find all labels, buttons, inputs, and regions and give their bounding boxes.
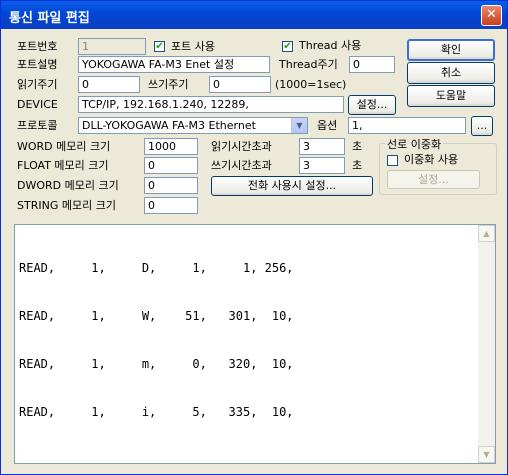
thread-period-input[interactable]: 0 xyxy=(349,56,395,73)
port-use-label: 포트 사용 xyxy=(171,40,215,53)
port-use-checkbox[interactable]: ✔ xyxy=(154,41,165,52)
editor-line: READ, 1, i, 5, 335, 10, xyxy=(19,405,294,419)
redundancy-settings-button: 설정... xyxy=(387,170,480,189)
port-number-label: 포트번호 xyxy=(17,40,58,53)
option-browse-button[interactable]: ... xyxy=(471,116,493,136)
option-input[interactable]: 1, xyxy=(348,117,466,134)
port-desc-label: 포트설명 xyxy=(17,58,58,71)
port-number-field: 1 xyxy=(78,38,146,55)
option-label: 옵션 xyxy=(317,119,338,132)
scroll-up-icon[interactable]: ▲ xyxy=(478,225,495,242)
phone-settings-button[interactable]: 전화 사용시 설정... xyxy=(211,176,373,196)
close-icon: ✕ xyxy=(486,7,497,22)
write-period-input[interactable]: 0 xyxy=(209,76,271,93)
period-unit-note: (1000=1sec) xyxy=(275,78,347,91)
read-timeout-input[interactable]: 3 xyxy=(299,138,345,155)
redundancy-checkbox[interactable] xyxy=(387,155,398,166)
dialog-window: 통신 파일 편집 ✕ 포트번호 1 ✔ 포트 사용 ✔ Thread 사용 포트… xyxy=(0,0,508,475)
redundancy-group-title: 선로 이중화 xyxy=(385,136,444,152)
thread-use-label: Thread 사용 xyxy=(299,39,362,52)
read-period-label: 읽기주기 xyxy=(17,78,58,91)
redundancy-checkbox-label: 이중화 사용 xyxy=(404,153,459,166)
port-desc-input[interactable]: YOKOGAWA FA-M3 Enet 설정 xyxy=(78,56,270,73)
float-memory-input[interactable]: 0 xyxy=(144,157,198,174)
read-period-input[interactable]: 0 xyxy=(78,76,140,93)
thread-period-label: Thread주기 xyxy=(279,58,338,71)
editor-line: READ, 1, m, 0, 320, 10, xyxy=(19,357,294,371)
write-timeout-unit: 초 xyxy=(352,159,363,172)
help-button[interactable]: 도움말 xyxy=(407,85,495,107)
vertical-scrollbar[interactable]: ▲ ▼ xyxy=(478,225,495,463)
device-settings-button[interactable]: 설정... xyxy=(348,95,396,115)
string-memory-label: STRING 메모리 크기 xyxy=(17,199,116,212)
dword-memory-input[interactable]: 0 xyxy=(144,177,198,194)
write-timeout-input[interactable]: 3 xyxy=(299,157,345,174)
cancel-button[interactable]: 취소 xyxy=(407,62,495,84)
protocol-value: DLL-YOKOGAWA FA-M3 Ethernet xyxy=(82,119,256,132)
word-memory-input[interactable]: 1000 xyxy=(144,138,198,155)
word-memory-label: WORD 메모리 크기 xyxy=(17,140,111,153)
protocol-editor[interactable]: READ, 1, D, 1, 1, 256, READ, 1, W, 51, 3… xyxy=(14,224,496,464)
chevron-down-icon[interactable]: ▼ xyxy=(291,118,307,133)
protocol-select[interactable]: DLL-YOKOGAWA FA-M3 Ethernet ▼ xyxy=(78,117,308,134)
write-timeout-label: 쓰기시간초과 xyxy=(211,159,272,172)
ok-button[interactable]: 확인 xyxy=(407,39,495,61)
read-timeout-unit: 초 xyxy=(352,140,363,153)
write-period-label: 쓰기주기 xyxy=(148,78,189,91)
device-input[interactable]: TCP/IP, 192.168.1.240, 12289, xyxy=(78,96,344,113)
close-button[interactable]: ✕ xyxy=(481,5,502,26)
editor-line: READ, 1, W, 51, 301, 10, xyxy=(19,309,294,323)
editor-text[interactable]: READ, 1, D, 1, 1, 256, READ, 1, W, 51, 3… xyxy=(19,228,294,452)
window-title: 통신 파일 편집 xyxy=(9,11,90,26)
dword-memory-label: DWORD 메모리 크기 xyxy=(17,179,119,192)
protocol-label: 프로토콜 xyxy=(17,119,58,132)
title-bar[interactable]: 통신 파일 편집 ✕ xyxy=(1,1,507,29)
float-memory-label: FLOAT 메모리 크기 xyxy=(17,159,109,172)
device-label: DEVICE xyxy=(17,98,58,111)
scroll-down-icon[interactable]: ▼ xyxy=(478,446,495,463)
string-memory-input[interactable]: 0 xyxy=(144,197,198,214)
read-timeout-label: 읽기시간초과 xyxy=(211,140,272,153)
thread-use-checkbox[interactable]: ✔ xyxy=(282,41,293,52)
editor-line: READ, 1, D, 1, 1, 256, xyxy=(19,261,294,275)
